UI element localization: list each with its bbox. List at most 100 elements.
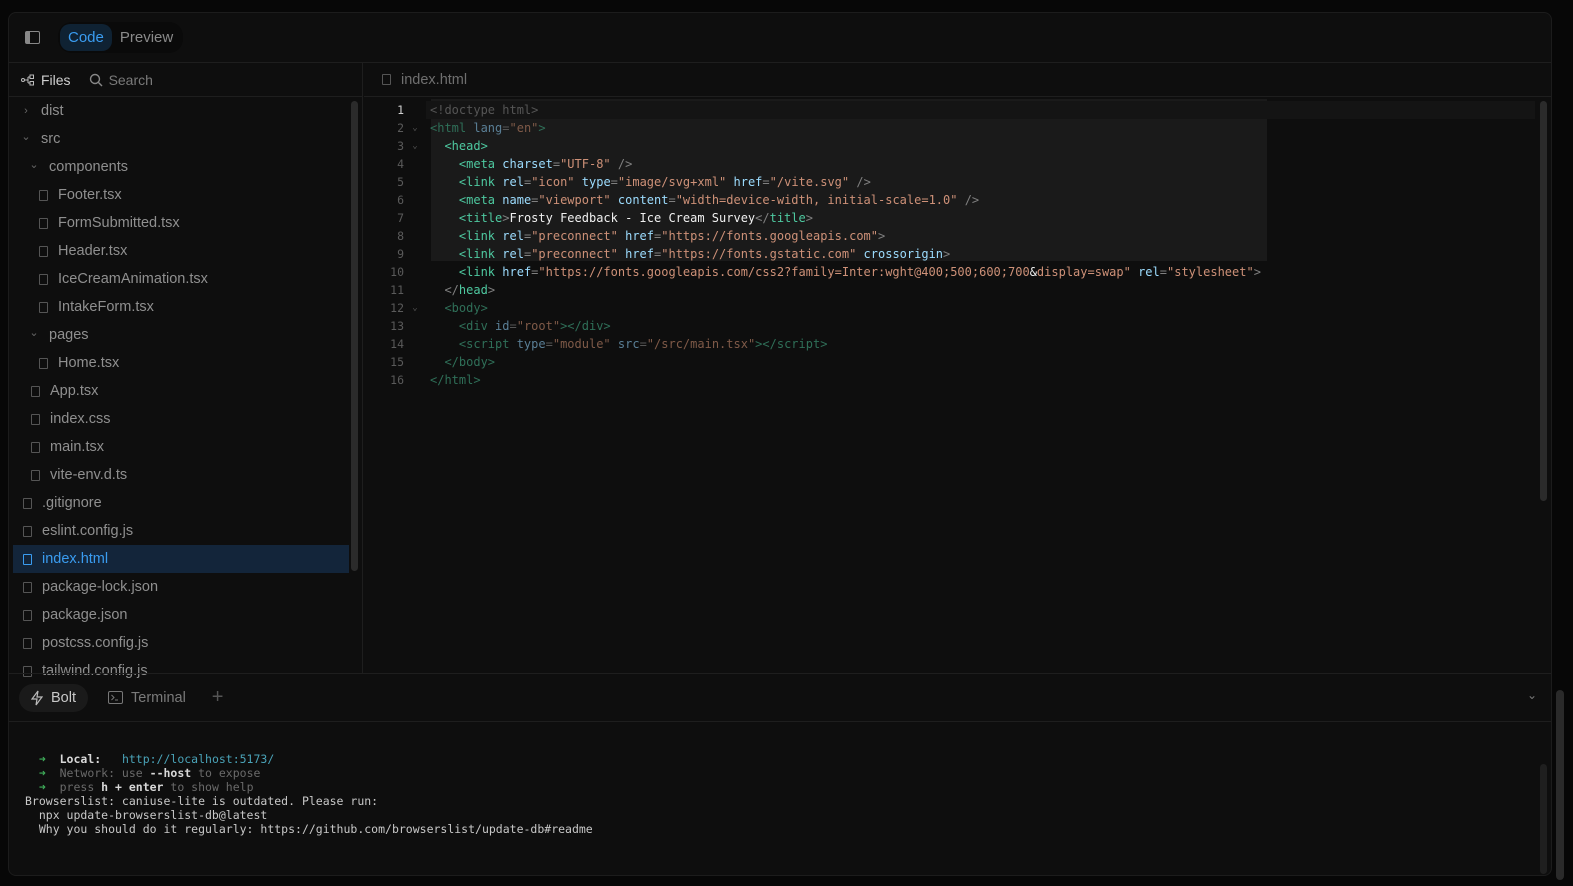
sidebar-scrollbar[interactable] xyxy=(351,101,358,571)
file-item[interactable]: index.html xyxy=(13,545,349,573)
code-token: <div xyxy=(458,319,496,333)
terminal-text: to show help xyxy=(163,780,254,794)
code-token: src xyxy=(617,337,640,351)
editor-scrollbar[interactable] xyxy=(1540,101,1547,501)
terminal-scrollbar[interactable] xyxy=(1540,764,1547,874)
code-token: "UTF-8" xyxy=(560,157,611,171)
file-item[interactable]: postcss.config.js xyxy=(13,629,349,657)
fold-gutter xyxy=(404,245,426,263)
file-item[interactable]: Footer.tsx xyxy=(13,181,349,209)
editor-tab[interactable]: index.html xyxy=(364,63,1551,97)
search-tab[interactable]: Search xyxy=(89,72,153,88)
code-token: = xyxy=(762,175,770,189)
top-bar: Code Preview xyxy=(9,13,1551,63)
fold-gutter xyxy=(404,209,426,227)
item-label: src xyxy=(41,131,61,147)
file-item[interactable]: eslint.config.js xyxy=(13,517,349,545)
code-token: display=swap" xyxy=(1036,265,1139,279)
tab-bolt[interactable]: Bolt xyxy=(19,683,88,712)
item-label: index.html xyxy=(42,551,109,567)
chevron-down-icon: ⌄ xyxy=(29,326,39,339)
item-label: postcss.config.js xyxy=(42,635,149,651)
code-line[interactable]: 16 </html> xyxy=(364,371,1535,389)
fold-chevron-icon[interactable]: ⌄ xyxy=(404,119,426,137)
file-item[interactable]: App.tsx xyxy=(13,377,349,405)
terminal-output[interactable]: ➜ Local: http://localhost:5173/ ➜ Networ… xyxy=(25,752,593,836)
terminal-line: ➜ Local: http://localhost:5173/ xyxy=(25,752,593,766)
line-number: 1 xyxy=(397,103,404,117)
collapse-panel-icon[interactable]: ⌄ xyxy=(1527,688,1537,702)
terminal-text: ➜ xyxy=(25,752,60,766)
file-icon xyxy=(39,245,48,257)
file-item[interactable]: package-lock.json xyxy=(13,573,349,601)
line-number: 3 xyxy=(397,139,404,153)
terminal-text: h + enter xyxy=(101,780,164,794)
file-item[interactable]: Header.tsx xyxy=(13,237,349,265)
code-line[interactable]: 14 <script type="module" src="/src/main.… xyxy=(364,335,1535,353)
terminal-text: ➜ xyxy=(25,766,60,780)
line-content: <div id="root"></div> xyxy=(426,317,611,335)
code-line[interactable]: 3 ⌄ <head> xyxy=(364,137,1535,155)
code-line[interactable]: 15 </body> xyxy=(364,353,1535,371)
add-terminal-icon[interactable]: + xyxy=(206,686,230,709)
file-item[interactable]: main.tsx xyxy=(13,433,349,461)
code-token: rel xyxy=(502,247,524,261)
code-line[interactable]: 7 <title>Frosty Feedback - Ice Cream Sur… xyxy=(364,209,1535,227)
app-window: Code Preview Files Search › dist ⌄ src ⌄ comp… xyxy=(8,12,1552,876)
code-line[interactable]: 6 <meta name="viewport" content="width=d… xyxy=(364,191,1535,209)
fold-chevron-icon[interactable]: ⌄ xyxy=(404,137,426,155)
sidebar-toggle-icon[interactable] xyxy=(25,31,40,44)
file-item[interactable]: index.css xyxy=(13,405,349,433)
line-content: <head> xyxy=(426,137,487,155)
chevron-right-icon: › xyxy=(24,105,28,117)
line-content: </body> xyxy=(426,353,495,371)
code-token: "https://fonts.gstatic.com" xyxy=(661,247,864,261)
code-token: href xyxy=(502,265,532,279)
page-scrollbar[interactable] xyxy=(1556,690,1564,880)
code-line[interactable]: 10 <link href = "https://fonts.googleapis.… xyxy=(364,263,1535,281)
code-line[interactable]: 1 <!doctype html> xyxy=(364,101,1535,119)
tab-preview[interactable]: Preview xyxy=(112,24,181,51)
item-label: package-lock.json xyxy=(42,579,159,595)
folder-item[interactable]: ⌄ components xyxy=(13,153,349,181)
line-number: 16 xyxy=(390,373,404,387)
code-line[interactable]: 13 <div id="root"></div> xyxy=(364,317,1535,335)
code-line[interactable]: 5 <link rel="icon" type="image/svg+xml" … xyxy=(364,173,1535,191)
code-line[interactable]: 12 ⌄ <body> xyxy=(364,299,1535,317)
code-token: charset xyxy=(502,157,553,171)
code-token: "image/svg+xml" xyxy=(617,175,734,189)
file-item[interactable]: IntakeForm.tsx xyxy=(13,293,349,321)
file-icon xyxy=(23,581,32,593)
file-icon xyxy=(31,469,40,481)
file-item[interactable]: package.json xyxy=(13,601,349,629)
folder-item[interactable]: ⌄ pages xyxy=(13,321,349,349)
file-item[interactable]: .gitignore xyxy=(13,489,349,517)
folder-item[interactable]: › dist xyxy=(13,97,349,125)
file-item[interactable]: Home.tsx xyxy=(13,349,349,377)
code-line[interactable]: 2 ⌄ <html lang="en"> xyxy=(364,119,1535,137)
code-line[interactable]: 8 <link rel="preconnect" href="https://f… xyxy=(364,227,1535,245)
code-line[interactable]: 11 </head> xyxy=(364,281,1535,299)
line-number: 13 xyxy=(390,319,404,333)
file-item[interactable]: vite-env.d.ts xyxy=(13,461,349,489)
code-token: "en" xyxy=(509,121,539,135)
code-token: > xyxy=(1253,265,1261,279)
code-line[interactable]: 9 <link rel="preconnect" href="https://f… xyxy=(364,245,1535,263)
files-tab[interactable]: Files xyxy=(21,72,71,88)
folder-item[interactable]: ⌄ src xyxy=(13,125,349,153)
code-line[interactable]: 4 <meta charset="UTF-8" /> xyxy=(364,155,1535,173)
line-content: <title>Frosty Feedback - Ice Cream Surve… xyxy=(426,209,813,227)
file-icon xyxy=(39,217,48,229)
fold-chevron-icon[interactable]: ⌄ xyxy=(404,299,426,317)
tab-terminal[interactable]: Terminal xyxy=(96,684,198,712)
code-area[interactable]: 1 <!doctype html> 2 ⌄ <html lang="en"> 3 ⌄ <he… xyxy=(364,101,1535,389)
file-icon xyxy=(23,553,32,565)
tab-code[interactable]: Code xyxy=(60,24,112,51)
file-item[interactable]: FormSubmitted.tsx xyxy=(13,209,349,237)
file-item[interactable]: IceCreamAnimation.tsx xyxy=(13,265,349,293)
file-icon xyxy=(31,413,40,425)
